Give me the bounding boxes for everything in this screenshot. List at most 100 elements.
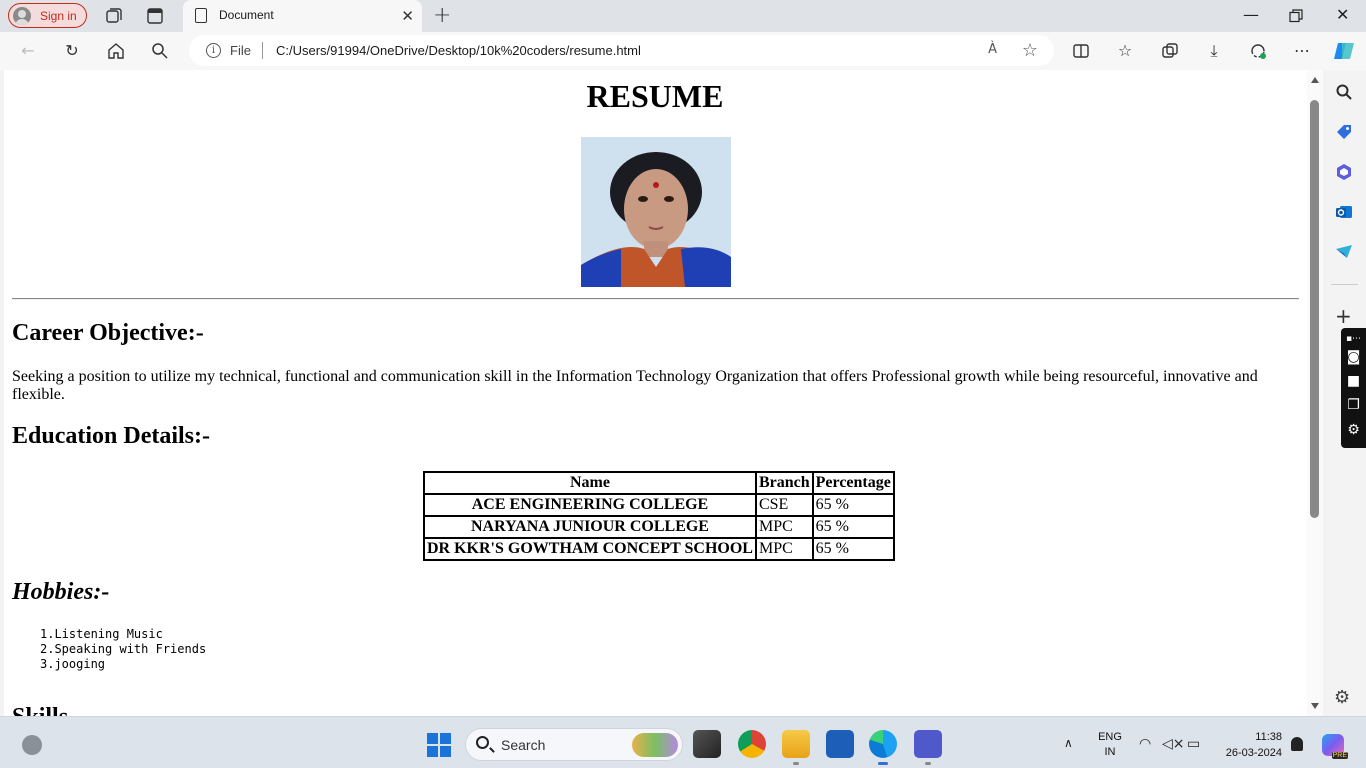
table-row: NARYANA JUNIOUR COLLEGE MPC 65 % xyxy=(423,515,895,539)
system-clock[interactable]: 11:38 26-03-2024 xyxy=(1216,729,1282,761)
capture-more-icon[interactable]: ▪⋯ xyxy=(1345,332,1362,346)
url-text[interactable]: C:/Users/91994/OneDrive/Desktop/10k%20co… xyxy=(276,43,641,58)
search-icon xyxy=(476,736,489,749)
table-row: DR KKR'S GOWTHAM CONCEPT SCHOOL MPC 65 % xyxy=(423,537,895,561)
site-info-icon[interactable]: i xyxy=(206,43,221,58)
column-header-percentage: Percentage xyxy=(811,471,895,495)
read-aloud-icon[interactable]: À xyxy=(988,42,997,57)
table-header-row: Name Branch Percentage xyxy=(423,471,895,495)
education-heading: Education Details:- xyxy=(12,423,210,449)
copilot-icon[interactable] xyxy=(1332,39,1356,63)
hobbies-heading: Hobbies:- xyxy=(12,579,110,605)
career-objective-text: Seeking a position to utilize my technic… xyxy=(12,368,1258,403)
edge-app-icon[interactable] xyxy=(869,730,897,765)
cell-percentage: 65 % xyxy=(811,493,895,517)
window-capture-icon[interactable]: ❐ xyxy=(1345,398,1362,412)
copilot-taskbar-icon[interactable]: PRE xyxy=(1322,734,1348,759)
back-icon[interactable]: ← xyxy=(18,41,38,61)
cell-percentage: 65 % xyxy=(811,515,895,539)
sign-in-label: Sign in xyxy=(40,8,77,23)
sign-in-button[interactable]: Sign in xyxy=(8,3,87,28)
video-camera-icon[interactable]: ■ xyxy=(1345,374,1362,388)
drop-send-icon[interactable] xyxy=(1335,243,1353,261)
teams-app-icon[interactable] xyxy=(914,730,942,765)
browser-essentials-icon[interactable] xyxy=(1248,41,1268,61)
clock-time: 11:38 xyxy=(1255,731,1282,743)
language-code: ENG xyxy=(1098,731,1122,743)
document-icon xyxy=(195,8,207,23)
list-item: 3.jooging xyxy=(40,657,106,671)
scroll-up-arrow-icon[interactable] xyxy=(1311,77,1319,83)
education-table: Name Branch Percentage ACE ENGINEERING C… xyxy=(423,471,895,561)
favorite-star-icon[interactable]: ☆ xyxy=(1022,40,1038,61)
clock-date: 26-03-2024 xyxy=(1225,747,1282,759)
new-tab-button[interactable]: + xyxy=(433,3,451,28)
favorites-icon[interactable]: ☆ xyxy=(1115,41,1135,61)
browser-toolbar: ← ↻ i File C:/Users/91994/OneDrive/Deskt… xyxy=(0,32,1366,70)
camera-icon[interactable]: ◙ xyxy=(1345,350,1362,364)
workspaces-icon[interactable] xyxy=(103,6,123,26)
sidebar-divider xyxy=(1331,284,1358,285)
page-scrollbar[interactable] xyxy=(1307,70,1323,716)
restore-button[interactable] xyxy=(1289,9,1303,23)
language-indicator[interactable]: ENG IN xyxy=(1097,730,1123,760)
list-item: 1.Listening Music xyxy=(40,627,163,641)
show-hidden-icons-chevron-icon[interactable]: ∧ xyxy=(1064,736,1073,750)
resume-page: RESUME Career Objective:- Seeking a posi… xyxy=(4,70,1308,716)
downloads-icon[interactable]: ⤓ xyxy=(1204,41,1224,61)
tab-document[interactable]: Document ✕ xyxy=(183,0,422,32)
close-tab-icon[interactable]: ✕ xyxy=(401,7,414,25)
taskbar-search-box[interactable]: Search xyxy=(465,728,683,761)
copilot-badge: PRE xyxy=(1331,752,1348,759)
search-highlight-image xyxy=(632,733,678,757)
microsoft-365-icon[interactable] xyxy=(1335,163,1353,181)
file-explorer-app-icon[interactable] xyxy=(782,730,810,765)
address-separator xyxy=(262,42,263,59)
settings-more-icon[interactable]: ⋯ xyxy=(1292,41,1312,61)
refresh-icon[interactable]: ↻ xyxy=(62,41,82,61)
hobbies-list: 1.Listening Music 2.Speaking with Friend… xyxy=(40,627,206,672)
chrome-app-icon[interactable] xyxy=(738,730,766,758)
scrollbar-thumb[interactable] xyxy=(1310,100,1319,518)
sidebar-add-icon[interactable]: + xyxy=(1335,306,1352,326)
address-bar[interactable]: i File C:/Users/91994/OneDrive/Desktop/1… xyxy=(189,35,1054,66)
tab-title: Document xyxy=(219,8,274,22)
divider xyxy=(12,298,1299,300)
weather-widget-icon[interactable] xyxy=(22,735,42,755)
sidebar-settings-icon[interactable]: ⚙ xyxy=(1334,687,1350,708)
split-screen-icon[interactable] xyxy=(1071,41,1091,61)
page-viewport: RESUME Career Objective:- Seeking a posi… xyxy=(4,70,1323,716)
close-window-button[interactable]: ✕ xyxy=(1336,5,1349,24)
table-row: ACE ENGINEERING COLLEGE CSE 65 % xyxy=(423,493,895,517)
column-header-branch: Branch xyxy=(754,471,814,495)
tab-strip: Sign in Document ✕ + — ✕ xyxy=(0,0,1366,32)
wifi-icon[interactable]: ◠ xyxy=(1139,736,1151,752)
battery-icon[interactable]: ▭ xyxy=(1187,736,1200,752)
list-item: 2.Speaking with Friends xyxy=(40,642,207,656)
start-button-windows-icon[interactable] xyxy=(427,733,451,757)
sidebar-search-icon[interactable] xyxy=(1335,83,1353,101)
search-icon[interactable] xyxy=(150,41,170,61)
shopping-tag-icon[interactable] xyxy=(1335,123,1353,141)
profile-photo xyxy=(581,137,731,287)
cell-percentage: 65 % xyxy=(811,537,895,561)
volume-muted-icon[interactable]: ◁× xyxy=(1162,736,1185,752)
notification-bell-icon[interactable] xyxy=(1291,737,1303,751)
scroll-down-arrow-icon[interactable] xyxy=(1311,703,1319,709)
collections-icon[interactable] xyxy=(1160,41,1180,61)
microsoft-store-app-icon[interactable] xyxy=(826,730,854,758)
capture-settings-icon[interactable]: ⚙ xyxy=(1345,423,1362,437)
terminal-app-icon[interactable] xyxy=(693,730,721,758)
windows-taskbar: Search ∧ ENG IN ◠ ◁× ▭ 11:38 26-03-2024 … xyxy=(0,716,1366,768)
outlook-icon[interactable] xyxy=(1335,203,1353,221)
edge-sidebar: + ▪⋯ ◙ ■ ❐ ⚙ ⚙ xyxy=(1323,70,1366,716)
tab-actions-icon[interactable] xyxy=(145,6,165,26)
cell-branch: MPC xyxy=(754,537,814,561)
home-icon[interactable] xyxy=(106,41,126,61)
minimize-button[interactable]: — xyxy=(1243,5,1259,24)
taskbar-search-placeholder: Search xyxy=(501,737,546,753)
cell-name: ACE ENGINEERING COLLEGE xyxy=(423,493,757,517)
region-code: IN xyxy=(1104,746,1116,758)
file-scheme-label: File xyxy=(230,43,251,58)
cell-branch: CSE xyxy=(754,493,814,517)
